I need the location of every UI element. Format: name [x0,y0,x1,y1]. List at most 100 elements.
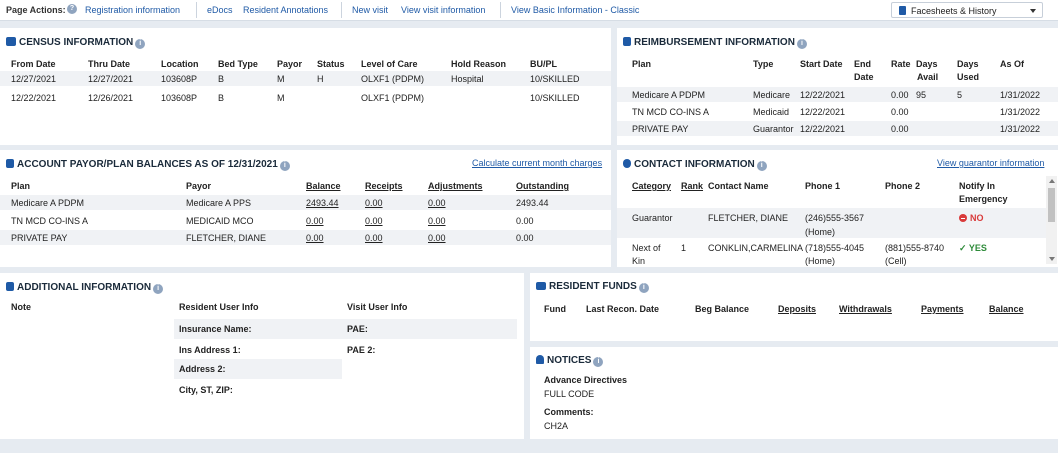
chevron-down-icon [1030,9,1036,13]
reimbursement-title: REIMBURSEMENT INFORMATION i [623,37,807,49]
advance-directives-label: Advance Directives [544,375,628,385]
table-row[interactable]: TN MCD CO-INS A Medicaid 12/22/2021 0.00… [617,104,1058,119]
info-icon[interactable]: i [756,161,767,171]
scroll-down-icon[interactable] [1049,257,1055,261]
balance-link[interactable]: 0.00 [306,216,324,226]
calculate-charges-link[interactable]: Calculate current month charges [472,158,602,168]
no-entry-icon [959,214,967,222]
bell-icon [536,355,544,364]
notices-panel: NOTICES i Advance Directives FULL CODE Co… [530,347,1058,439]
receipt-icon [6,159,14,168]
info-icon[interactable]: i [638,283,649,293]
info-icon[interactable]: i [796,39,807,49]
info-icon[interactable]: i [135,39,146,49]
census-panel: CENSUS INFORMATION i From Date Thru Date … [0,28,611,145]
view-visit-info-link[interactable]: View visit information [401,5,485,15]
contact-title: CONTACT INFORMATION i [623,159,767,171]
adjustments-link[interactable]: 0.00 [428,198,446,208]
new-visit-link[interactable]: New visit [352,5,388,15]
col-phone-2: Phone 2 [885,181,921,191]
view-guarantor-link[interactable]: View guarantor information [937,158,1044,168]
additional-info-panel: ADDITIONAL INFORMATION i Note Resident Us… [0,273,524,439]
info-icon[interactable]: i [153,284,164,294]
registration-info-link[interactable]: Registration information [85,5,180,15]
wallet-icon [536,282,546,290]
col-note: Note [11,302,31,312]
col-beg-balance: Beg Balance [695,304,750,314]
address-2-label: Address 2: [179,364,226,374]
col-visit-user-info: Visit User Info [347,302,408,312]
divider [341,2,342,18]
receipts-link[interactable]: 0.00 [365,198,383,208]
resident-funds-panel: RESIDENT FUNDS i Fund Last Recon. Date Be… [530,273,1058,341]
funds-title: RESIDENT FUNDS i [536,281,649,293]
additional-title: ADDITIONAL INFORMATION i [6,282,164,294]
facesheets-label: Facesheets & History [911,6,997,16]
col-end-date: End [854,59,871,69]
page-actions-bar: Page Actions: ? Registration information… [0,0,1058,21]
table-row[interactable]: Medicare A PDPM Medicare A PPS 2493.44 0… [0,195,611,210]
info-icon[interactable]: i [279,161,290,171]
table-row[interactable]: Next of Kin 1 CONKLIN,CARMELINA (718)555… [617,238,1046,267]
col-deposits-sort[interactable]: Deposits [778,304,816,314]
scroll-up-icon[interactable] [1049,179,1055,183]
col-plan: Plan [632,59,652,69]
notify-yes-badge: ✓ YES [959,243,987,253]
table-row[interactable]: 12/27/2021 12/27/2021 103608P B M H OLXF… [0,71,611,86]
facesheets-history-dropdown[interactable]: Facesheets & History [891,2,1043,18]
table-row[interactable]: PRIVATE PAY FLETCHER, DIANE 0.00 0.00 0.… [0,230,611,245]
balance-link[interactable]: 2493.44 [306,198,339,208]
col-type: Type [753,59,774,69]
contact-scrollbar[interactable] [1046,176,1057,264]
info-icon[interactable]: i [593,357,604,367]
reimbursement-panel: REIMBURSEMENT INFORMATION i Plan Type Sta… [617,28,1058,145]
col-status: Status [317,59,345,69]
col-outstanding-sort[interactable]: Outstanding [516,181,569,191]
table-row[interactable]: Guarantor FLETCHER, DIANE (246)555-3567 … [617,208,1046,238]
notices-title: NOTICES i [536,355,604,367]
table-row[interactable]: PRIVATE PAY Guarantor 12/22/2021 0.00 1/… [617,121,1058,136]
table-row[interactable]: TN MCD CO-INS A MEDICAID MCO 0.00 0.00 0… [0,213,611,228]
col-start-date: Start Date [800,59,843,69]
col-balance-sort[interactable]: Balance [306,181,341,191]
col-hold-reason: Hold Reason [451,59,507,69]
scroll-thumb[interactable] [1048,188,1055,222]
receipts-link[interactable]: 0.00 [365,233,383,243]
pae-label: PAE: [347,324,368,334]
col-withdrawals-sort[interactable]: Withdrawals [839,304,892,314]
comments-value: CH2A [544,421,569,431]
divider [500,2,501,18]
edocs-link[interactable]: eDocs [207,5,233,15]
adjustments-link[interactable]: 0.00 [428,216,446,226]
col-payor: Payor [277,59,303,69]
bag-icon [623,37,631,46]
phone-icon [623,159,631,168]
col-thru-date: Thru Date [88,59,131,69]
col-bed-type: Bed Type [218,59,258,69]
view-basic-info-classic-link[interactable]: View Basic Information - Classic [511,5,639,15]
plus-document-icon [6,282,14,291]
pae-2-label: PAE 2: [347,345,376,355]
col-rate: Rate [891,59,911,69]
insurance-name-label: Insurance Name: [179,324,252,334]
table-row[interactable]: 12/22/2021 12/26/2021 103608P B M OLXF1 … [0,90,611,105]
col-adjustments-sort[interactable]: Adjustments [428,181,483,191]
receipts-link[interactable]: 0.00 [365,216,383,226]
col-last-recon-date: Last Recon. Date [586,304,660,314]
col-payments-sort[interactable]: Payments [921,304,964,314]
balance-link[interactable]: 0.00 [306,233,324,243]
col-receipts-sort[interactable]: Receipts [365,181,403,191]
document-icon [899,6,906,15]
col-category-sort[interactable]: Category [632,181,671,191]
table-row[interactable]: Medicare A PDPM Medicare 12/22/2021 0.00… [617,87,1058,102]
resident-annotations-link[interactable]: Resident Annotations [243,5,328,15]
col-balance-sort[interactable]: Balance [989,304,1024,314]
adjustments-link[interactable]: 0.00 [428,233,446,243]
col-contact-name: Contact Name [708,181,769,191]
people-icon [6,37,16,46]
col-level-of-care: Level of Care [361,59,418,69]
ins-address-1-label: Ins Address 1: [179,345,241,355]
help-icon[interactable]: ? [67,4,77,14]
col-payor: Payor [186,181,212,191]
col-rank-sort[interactable]: Rank [681,181,703,191]
